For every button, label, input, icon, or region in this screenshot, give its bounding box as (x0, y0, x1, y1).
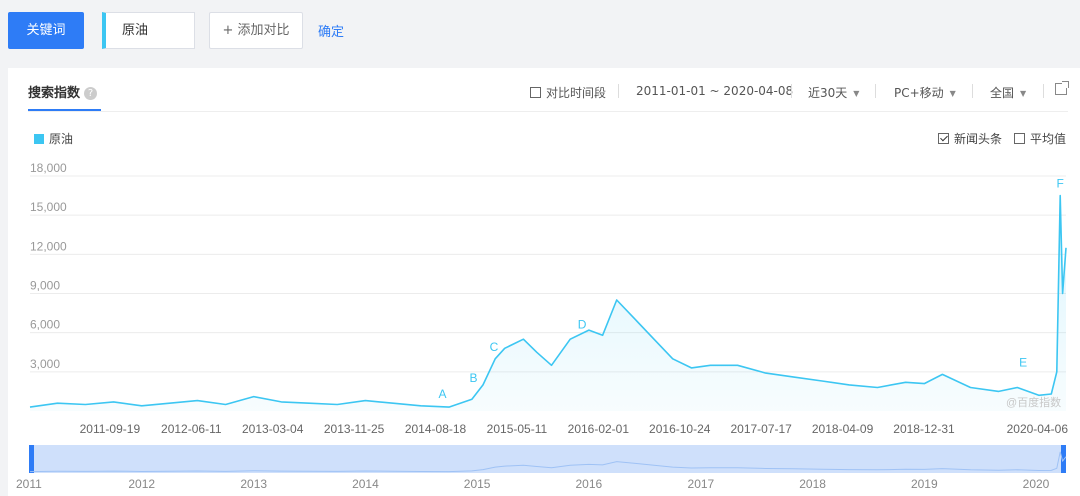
overview-year-label: 2013 (240, 477, 267, 491)
x-tick-label: 2013-11-25 (324, 422, 385, 436)
y-tick-label: 9,000 (30, 279, 60, 293)
x-tick-label: 2011-09-19 (80, 422, 141, 436)
overview-year-label: 2014 (352, 477, 379, 491)
x-tick-label: 2018-12-31 (893, 422, 955, 436)
x-tick-label: 2014-08-18 (405, 422, 467, 436)
overview-year-label: 2019 (911, 477, 938, 491)
overview-year-label: 2011 (16, 477, 42, 491)
y-tick-label: 12,000 (30, 239, 67, 253)
overview-year-label: 2015 (464, 477, 491, 491)
x-tick-label: 2016-02-01 (568, 422, 630, 436)
overview-year-label: 2012 (128, 477, 155, 491)
annotation-B[interactable]: B (469, 371, 477, 385)
x-tick-label: 2018-04-09 (812, 422, 874, 436)
x-tick-label: 2015-05-11 (487, 422, 548, 436)
annotation-D[interactable]: D (578, 318, 587, 332)
y-tick-label: 3,000 (30, 357, 60, 371)
x-tick-label: 2017-07-17 (730, 422, 792, 436)
overview-year-label: 2016 (576, 477, 603, 491)
overview-year-label: 2018 (799, 477, 826, 491)
annotation-E[interactable]: E (1019, 355, 1027, 369)
overview-year-label: 2017 (688, 477, 715, 491)
annotation-C[interactable]: C (490, 340, 499, 354)
y-tick-label: 15,000 (30, 200, 67, 214)
x-tick-label: 2012-06-11 (161, 422, 222, 436)
x-tick-label: 2013-03-04 (242, 422, 304, 436)
series-area (30, 195, 1066, 411)
annotation-A[interactable]: A (439, 387, 447, 401)
x-tick-label: 2016-10-24 (649, 422, 711, 436)
overview-handle-left[interactable] (29, 445, 34, 473)
x-tick-label: 2020-04-06 (1007, 422, 1069, 436)
y-tick-label: 18,000 (30, 161, 67, 175)
overview-year-label: 2020 (1023, 477, 1050, 491)
watermark: @百度指数 (1006, 395, 1061, 409)
y-tick-label: 6,000 (30, 318, 60, 332)
search-index-chart: 18,000 15,000 12,000 9,000 6,000 3,000 A B C D E F… (16, 161, 1069, 491)
overview-selection[interactable] (31, 445, 1065, 473)
annotation-F[interactable]: F (1057, 177, 1064, 191)
